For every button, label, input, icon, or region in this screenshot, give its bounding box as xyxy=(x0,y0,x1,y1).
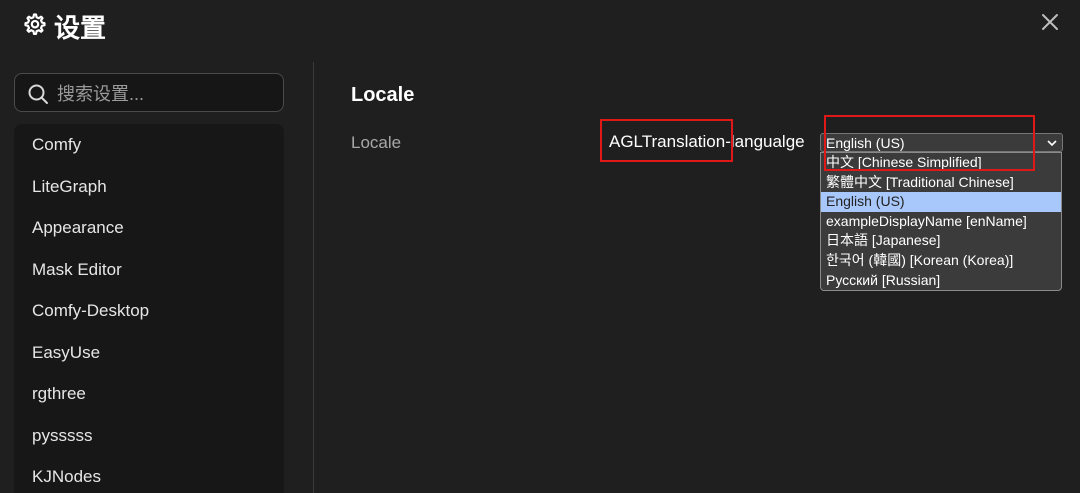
sidebar-item-mask-editor[interactable]: Mask Editor xyxy=(14,249,284,291)
locale-select[interactable]: English (US) xyxy=(820,133,1063,152)
locale-option-ko[interactable]: 한국어 (韓國) [Korean (Korea)] xyxy=(821,251,1061,271)
close-icon[interactable] xyxy=(1040,12,1060,32)
search-box[interactable] xyxy=(14,73,284,112)
gear-icon xyxy=(24,13,46,35)
locale-option-zh[interactable]: 中文 [Chinese Simplified] xyxy=(821,153,1061,173)
locale-option-example[interactable]: exampleDisplayName [enName] xyxy=(821,212,1061,232)
sidebar-item-litegraph[interactable]: LiteGraph xyxy=(14,166,284,208)
locale-option-ja[interactable]: 日本語 [Japanese] xyxy=(821,231,1061,251)
locale-option-zh-tw[interactable]: 繁體中文 [Traditional Chinese] xyxy=(821,173,1061,193)
sidebar-item-pysssss[interactable]: pysssss xyxy=(14,415,284,457)
locale-option-ru[interactable]: Русский [Russian] xyxy=(821,271,1061,290)
category-list: Comfy LiteGraph Appearance Mask Editor C… xyxy=(14,124,284,493)
dialog-title: 设置 xyxy=(54,13,107,43)
setting-label: Locale xyxy=(351,133,402,152)
sidebar-item-comfy-desktop[interactable]: Comfy-Desktop xyxy=(14,290,284,332)
search-input[interactable] xyxy=(55,78,279,110)
locale-select-value: English (US) xyxy=(826,135,905,151)
setting-id-text: AGLTranslation-langualge xyxy=(609,132,805,151)
sidebar-item-kjnodes[interactable]: KJNodes xyxy=(14,456,284,493)
locale-option-en[interactable]: English (US) xyxy=(821,192,1061,212)
sidebar-item-rgthree[interactable]: rgthree xyxy=(14,373,284,415)
dialog-header: 设置 xyxy=(0,0,1080,52)
search-icon xyxy=(28,84,48,104)
sidebar-item-appearance[interactable]: Appearance xyxy=(14,207,284,249)
section-title: Locale xyxy=(351,84,415,106)
sidebar-item-comfy[interactable]: Comfy xyxy=(14,124,284,166)
sidebar-item-easyuse[interactable]: EasyUse xyxy=(14,332,284,374)
panel-divider xyxy=(313,62,314,493)
chevron-down-icon xyxy=(1047,140,1057,147)
locale-dropdown: 中文 [Chinese Simplified] 繁體中文 [Traditiona… xyxy=(820,152,1062,291)
